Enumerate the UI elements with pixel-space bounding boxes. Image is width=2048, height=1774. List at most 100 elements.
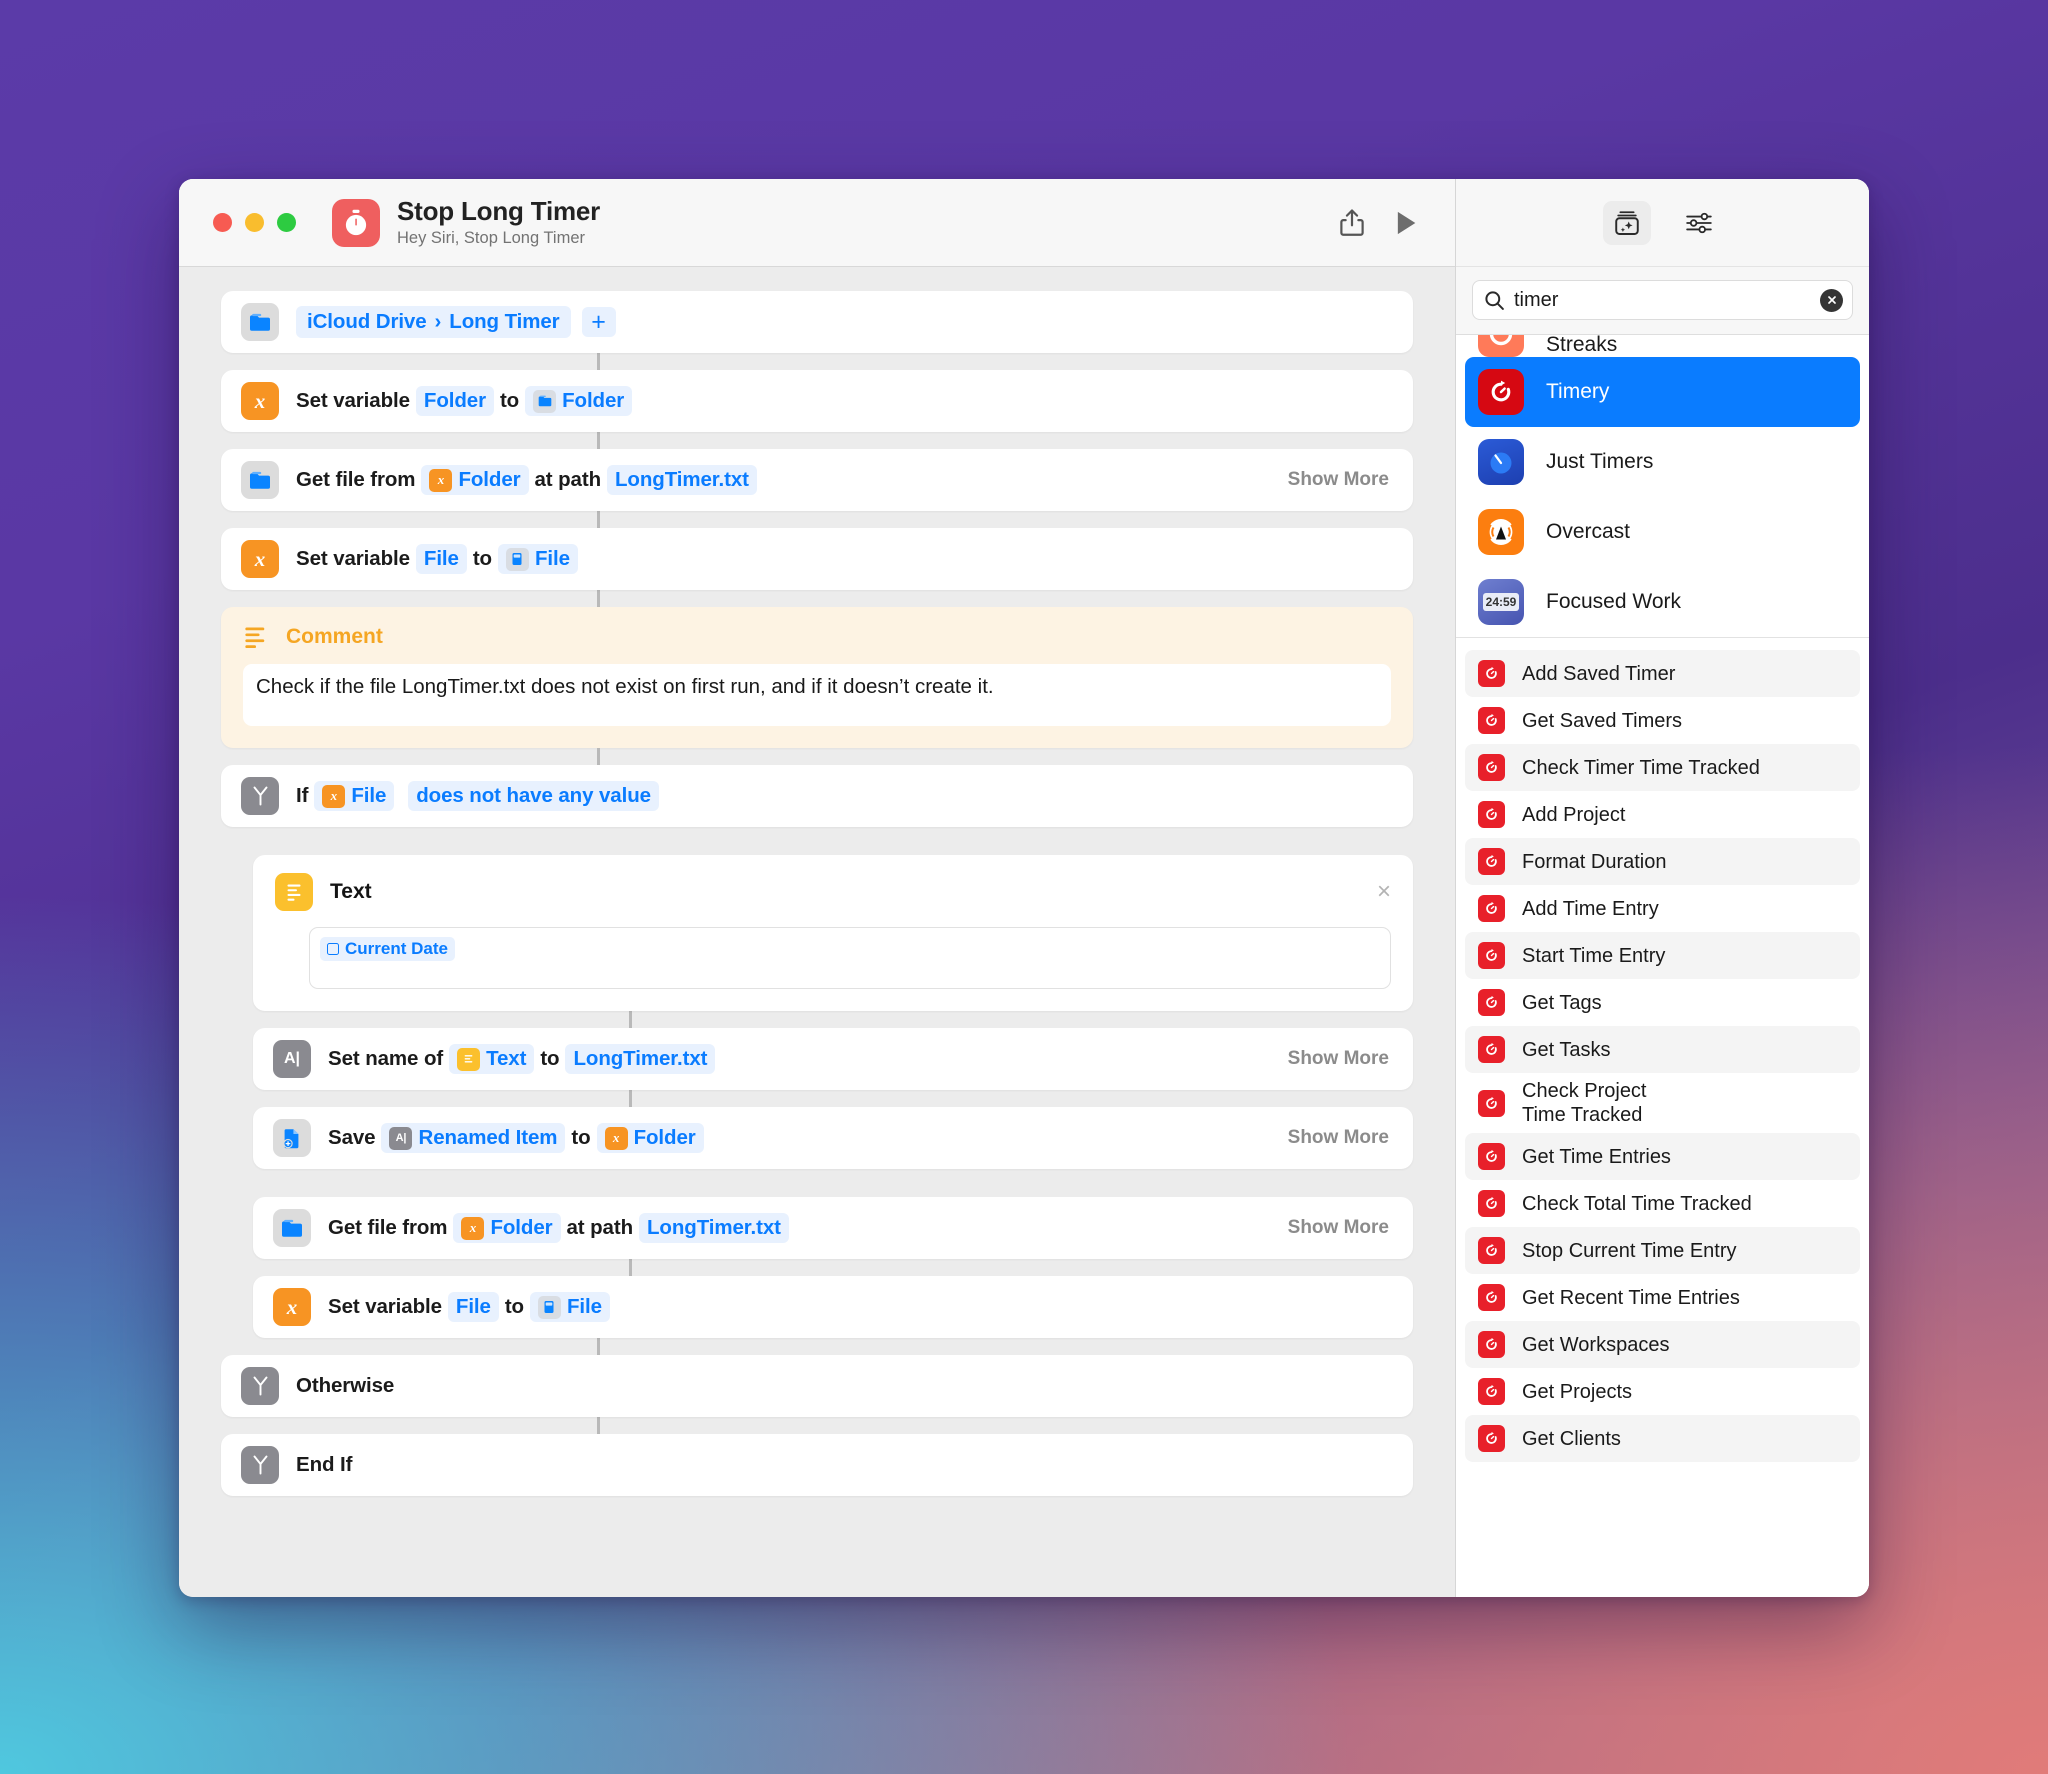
save-target-pill[interactable]: x Folder: [596, 1123, 704, 1153]
set-name-value-pill[interactable]: LongTimer.txt: [565, 1044, 716, 1074]
branch-gap: [221, 827, 1413, 855]
workflow-canvas[interactable]: iCloud Drive › Long Timer + x Set variab…: [179, 267, 1455, 1597]
action-item-get-recent-time-entries[interactable]: Get Recent Time Entries: [1465, 1274, 1860, 1321]
action-item-get-clients[interactable]: Get Clients: [1465, 1415, 1860, 1462]
get-file-path-pill[interactable]: LongTimer.txt: [607, 465, 757, 495]
app-row-streaks[interactable]: Streaks: [1465, 335, 1860, 357]
action-card-comment[interactable]: Comment Check if the file LongTimer.txt …: [221, 607, 1413, 748]
shortcut-details-button[interactable]: [1675, 201, 1723, 245]
app-results-list[interactable]: Streaks Timery Just Timers Overcast 24:5…: [1456, 335, 1869, 638]
action-item-check-timer-time-tracked[interactable]: Check Timer Time Tracked: [1465, 744, 1860, 791]
action-card-save-file[interactable]: Save A| Renamed Item to x Folder Show Mo…: [253, 1107, 1413, 1169]
save-source-pill[interactable]: A| Renamed Item: [381, 1123, 566, 1153]
action-card-get-file-1[interactable]: Get file from x Folder at path LongTimer…: [221, 449, 1413, 511]
search-bar[interactable]: [1472, 280, 1853, 320]
timery-action-icon: [1478, 1089, 1505, 1117]
app-row-just-timers[interactable]: Just Timers: [1465, 427, 1860, 497]
action-item-format-duration[interactable]: Format Duration: [1465, 838, 1860, 885]
library-toolbar: [1456, 179, 1869, 267]
action-list: iCloud Drive › Long Timer + x Set variab…: [221, 291, 1413, 1496]
overcast-glyph-icon: [1487, 519, 1515, 545]
action-item-get-projects[interactable]: Get Projects: [1465, 1368, 1860, 1415]
close-window-button[interactable]: [213, 213, 232, 232]
action-item-get-tags[interactable]: Get Tags: [1465, 979, 1860, 1026]
run-shortcut-button[interactable]: [1379, 196, 1433, 250]
show-more-button[interactable]: Show More: [1268, 469, 1389, 491]
action-card-otherwise[interactable]: Otherwise: [221, 1355, 1413, 1417]
folder-path-name: Long Timer: [449, 310, 560, 333]
maximize-window-button[interactable]: [277, 213, 296, 232]
variable-name-pill[interactable]: File: [415, 544, 467, 574]
get-file-source-pill[interactable]: x Folder: [453, 1213, 561, 1243]
action-item-add-saved-timer[interactable]: Add Saved Timer: [1465, 650, 1860, 697]
action-card-text[interactable]: Text × Current Date: [253, 855, 1413, 1011]
add-folder-button[interactable]: +: [581, 307, 616, 337]
timery-glyph-icon: [1486, 761, 1497, 773]
flow-connector: [629, 1011, 632, 1028]
action-library-button[interactable]: [1602, 200, 1651, 245]
current-date-token[interactable]: Current Date: [320, 937, 455, 961]
get-file-path-pill[interactable]: LongTimer.txt: [639, 1213, 789, 1243]
timery-action-icon: [1478, 1143, 1505, 1170]
action-name: Add Saved Timer: [1522, 662, 1676, 685]
if-subject-pill[interactable]: x File: [314, 781, 395, 811]
app-row-overcast[interactable]: Overcast: [1465, 497, 1860, 567]
set-name-source-pill[interactable]: Text: [449, 1044, 535, 1074]
variable-name-pill[interactable]: Folder: [415, 386, 494, 416]
comment-text-field[interactable]: Check if the file LongTimer.txt does not…: [243, 664, 1391, 726]
show-more-button[interactable]: Show More: [1268, 1127, 1389, 1149]
timery-glyph-icon: [1486, 1197, 1497, 1209]
show-more-button[interactable]: Show More: [1268, 1048, 1389, 1070]
text-action-input[interactable]: Current Date: [309, 927, 1391, 989]
otherwise-row: Otherwise: [296, 1374, 400, 1398]
close-circle-icon: [1827, 296, 1836, 304]
action-item-add-project[interactable]: Add Project: [1465, 791, 1860, 838]
search-input[interactable]: [1514, 288, 1811, 312]
action-card-set-variable-file-1[interactable]: x Set variable File to File: [221, 528, 1413, 590]
action-card-set-variable-file-2[interactable]: x Set variable File to File: [253, 1276, 1413, 1338]
minimize-window-button[interactable]: [245, 213, 264, 232]
get-file-prefix: Get file from: [328, 1216, 448, 1239]
flow-connector: [629, 1090, 632, 1107]
action-item-check-total-time-tracked[interactable]: Check Total Time Tracked: [1465, 1180, 1860, 1227]
shortcut-icon: [332, 198, 380, 247]
clear-search-button[interactable]: [1820, 288, 1843, 312]
variable-value-pill[interactable]: Folder: [525, 386, 633, 416]
folder-path-pill[interactable]: iCloud Drive › Long Timer: [296, 306, 571, 338]
save-prefix: Save: [328, 1126, 376, 1149]
variable-name-pill[interactable]: File: [447, 1292, 499, 1322]
action-item-check-project-time-tracked[interactable]: Check Project Time Tracked: [1465, 1073, 1860, 1133]
action-card-set-name[interactable]: A| Set name of Text to LongTimer.txt Sho…: [253, 1028, 1413, 1090]
action-card-if[interactable]: If x File does not have any value: [221, 765, 1413, 827]
action-item-stop-current-time-entry[interactable]: Stop Current Time Entry: [1465, 1227, 1860, 1274]
action-item-get-tasks[interactable]: Get Tasks: [1465, 1026, 1860, 1073]
action-card-get-file-2[interactable]: Get file from x Folder at path LongTimer…: [253, 1197, 1413, 1259]
if-condition-pill[interactable]: does not have any value: [408, 781, 659, 811]
action-item-add-time-entry[interactable]: Add Time Entry: [1465, 885, 1860, 932]
action-results-list[interactable]: Add Saved Timer Get Saved Timers Check T…: [1456, 638, 1869, 1597]
shortcuts-window: Stop Long Timer Hey Siri, Stop Long Time…: [179, 179, 1869, 1597]
variable-value-pill[interactable]: File: [529, 1292, 610, 1322]
action-card-set-variable-folder[interactable]: x Set variable Folder to Folder: [221, 370, 1413, 432]
variable-value-pill[interactable]: File: [497, 544, 578, 574]
library-search-area: [1456, 267, 1869, 335]
save-middle: to: [571, 1126, 591, 1149]
action-card-folder-picker[interactable]: iCloud Drive › Long Timer +: [221, 291, 1413, 353]
get-file-source-pill[interactable]: x Folder: [421, 465, 529, 495]
flow-connector: [597, 432, 600, 449]
action-card-end-if[interactable]: End If: [221, 1434, 1413, 1496]
app-row-timery[interactable]: Timery: [1465, 357, 1860, 427]
action-item-start-time-entry[interactable]: Start Time Entry: [1465, 932, 1860, 979]
share-button[interactable]: [1325, 196, 1379, 250]
action-item-get-time-entries[interactable]: Get Time Entries: [1465, 1133, 1860, 1180]
action-item-get-saved-timers[interactable]: Get Saved Timers: [1465, 697, 1860, 744]
traffic-lights: [213, 213, 296, 232]
timery-action-icon: [1478, 1190, 1505, 1217]
streaks-glyph-icon: [1489, 335, 1513, 346]
close-icon[interactable]: ×: [1377, 880, 1391, 904]
show-more-button[interactable]: Show More: [1268, 1217, 1389, 1239]
action-item-get-workspaces[interactable]: Get Workspaces: [1465, 1321, 1860, 1368]
app-row-focused-work[interactable]: 24:59 Focused Work: [1465, 567, 1860, 637]
branch-glyph-icon: [253, 1455, 267, 1475]
timery-action-icon: [1478, 1425, 1505, 1452]
